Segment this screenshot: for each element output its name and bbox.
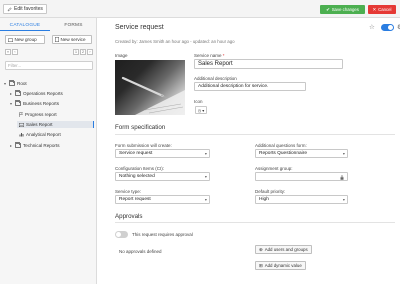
toggle-knob bbox=[388, 24, 393, 30]
pager-left: ‹‹ ‹ bbox=[5, 49, 18, 55]
new-service-label: New service bbox=[60, 37, 86, 42]
clock-icon: ◷ bbox=[197, 107, 202, 113]
assignment-group-label: Assignment group: bbox=[255, 166, 293, 171]
pen-on-paper-image bbox=[121, 76, 185, 115]
filter-input[interactable]: Filter... bbox=[5, 61, 93, 70]
check-icon: ✔ bbox=[326, 6, 330, 12]
new-group-label: New group bbox=[14, 37, 37, 42]
tree-item-label: Analytical Report bbox=[26, 132, 61, 137]
chevron-right-icon: ▸ bbox=[10, 143, 13, 148]
sidebar: CATALOGUE FORMS New group New service ‹‹… bbox=[0, 18, 97, 284]
form-submission-label: Form submission will create: bbox=[115, 143, 172, 148]
created-meta: Created by: James Smith an hour ago - up… bbox=[115, 39, 235, 44]
default-priority-label: Default priority: bbox=[255, 189, 286, 194]
tree-item-progress-report[interactable]: Progress report bbox=[19, 111, 57, 118]
pager-first-button[interactable]: ‹‹ bbox=[5, 49, 11, 55]
cancel-label: Cancel bbox=[378, 7, 392, 12]
tree-item-business-reports[interactable]: ▾ Business Reports bbox=[10, 100, 59, 107]
pager-page-2[interactable]: 2 bbox=[80, 49, 86, 55]
default-priority-select[interactable]: High bbox=[255, 195, 348, 204]
document-plus-icon bbox=[55, 37, 59, 42]
service-type-select[interactable]: Report request bbox=[115, 195, 210, 204]
lock-icon bbox=[340, 175, 344, 180]
star-icon[interactable]: ☆ bbox=[369, 23, 375, 31]
service-name-label: Service name * bbox=[194, 53, 225, 58]
tree-item-label: Sales Report bbox=[26, 122, 53, 127]
add-dynamic-icon: ⊞ bbox=[259, 262, 263, 268]
top-toolbar: Edit favorites ✔ Save changes ✕ Cancel bbox=[0, 0, 400, 18]
chevron-down-icon: ▾ bbox=[10, 101, 13, 106]
pencil-icon bbox=[7, 6, 12, 11]
divider bbox=[115, 222, 395, 223]
add-dynamic-value-label: Add dynamic value bbox=[264, 263, 302, 268]
flag-icon bbox=[19, 112, 23, 117]
tree-item-label: Root bbox=[17, 81, 27, 86]
tree-item-root[interactable]: ▾ Root bbox=[4, 80, 27, 87]
tree-item-label: Business Reports bbox=[23, 101, 60, 106]
tree-item-sales-report[interactable]: Sales Report bbox=[17, 121, 94, 128]
cancel-button[interactable]: ✕ Cancel bbox=[368, 5, 396, 14]
chevron-right-icon: ▸ bbox=[10, 91, 13, 96]
tree-item-label: Progress report bbox=[25, 112, 57, 117]
main-panel: Service request ☆ ⚙ Created by: James Sm… bbox=[98, 18, 400, 284]
bar-chart-icon bbox=[19, 133, 24, 137]
pager-page-1[interactable]: 1 bbox=[73, 49, 79, 55]
pager-next-button[interactable]: › bbox=[87, 49, 93, 55]
service-image[interactable] bbox=[115, 60, 185, 115]
edit-favorites-button[interactable]: Edit favorites bbox=[3, 4, 47, 14]
chevron-down-icon: ▾ bbox=[202, 107, 205, 113]
form-submission-select[interactable]: Service request bbox=[115, 149, 210, 158]
additional-questions-label: Additional questions form: bbox=[255, 143, 307, 148]
service-type-label: Service type: bbox=[115, 189, 142, 194]
required-mark: * bbox=[222, 53, 225, 58]
tree-item-label: Technical Reports bbox=[23, 143, 60, 148]
tree-item-technical-reports[interactable]: ▸ Technical Reports bbox=[10, 142, 60, 149]
configuration-items-label: Configuration Items (CI): bbox=[115, 166, 165, 171]
additional-questions-select[interactable]: Reports Questionnaire bbox=[255, 149, 348, 158]
tree-item-label: Operations Reports bbox=[23, 91, 63, 96]
page-title: Service request bbox=[115, 24, 164, 31]
form-specification-title: Form specification bbox=[115, 124, 166, 131]
folder-icon bbox=[15, 90, 21, 96]
add-dynamic-value-button[interactable]: ⊞ Add dynamic value bbox=[255, 261, 306, 270]
no-approvals-text: No approvals defined bbox=[119, 249, 162, 254]
pager-prev-button[interactable]: ‹ bbox=[12, 49, 18, 55]
image-icon bbox=[19, 122, 24, 127]
save-changes-button[interactable]: ✔ Save changes bbox=[320, 5, 365, 14]
close-icon: ✕ bbox=[372, 6, 377, 12]
new-group-button[interactable]: New group bbox=[5, 35, 45, 44]
icon-picker[interactable]: ◷ ▾ bbox=[195, 106, 207, 114]
chevron-down-icon: ▾ bbox=[4, 81, 7, 86]
image-label: Image bbox=[115, 53, 128, 58]
toggle-knob bbox=[116, 231, 121, 237]
folder-plus-icon bbox=[8, 38, 13, 42]
requires-approval-toggle[interactable] bbox=[115, 231, 128, 238]
requires-approval-label: This request requires approval bbox=[132, 232, 193, 237]
folder-icon bbox=[15, 100, 21, 106]
tab-forms[interactable]: FORMS bbox=[50, 20, 97, 31]
icon-label: Icon bbox=[194, 99, 203, 104]
add-users-groups-label: Add users and groups bbox=[264, 247, 308, 252]
tree-item-operations-reports[interactable]: ▸ Operations Reports bbox=[10, 90, 63, 97]
additional-description-input[interactable]: Additional description for service. bbox=[194, 82, 306, 91]
pager-right: 1 2 › bbox=[73, 49, 93, 55]
configuration-items-select[interactable]: Nothing selected bbox=[115, 172, 210, 181]
service-name-input[interactable]: Sales Report bbox=[194, 59, 343, 69]
folder-icon bbox=[9, 80, 15, 86]
approvals-title: Approvals bbox=[115, 213, 143, 220]
divider bbox=[115, 134, 395, 135]
new-service-button[interactable]: New service bbox=[52, 35, 92, 44]
save-changes-label: Save changes bbox=[331, 7, 359, 12]
add-user-icon: ⊕ bbox=[259, 246, 263, 252]
assignment-group-input[interactable] bbox=[255, 172, 348, 181]
edit-favorites-label: Edit favorites bbox=[14, 6, 43, 12]
service-name-label-text: Service name bbox=[194, 53, 222, 58]
tree-item-analytical-report[interactable]: Analytical Report bbox=[19, 131, 61, 138]
additional-description-label: Additional description bbox=[194, 76, 237, 81]
add-users-groups-button[interactable]: ⊕ Add users and groups bbox=[255, 245, 312, 254]
active-toggle[interactable] bbox=[381, 24, 394, 31]
tab-catalogue[interactable]: CATALOGUE bbox=[0, 20, 50, 31]
folder-icon bbox=[15, 142, 21, 148]
